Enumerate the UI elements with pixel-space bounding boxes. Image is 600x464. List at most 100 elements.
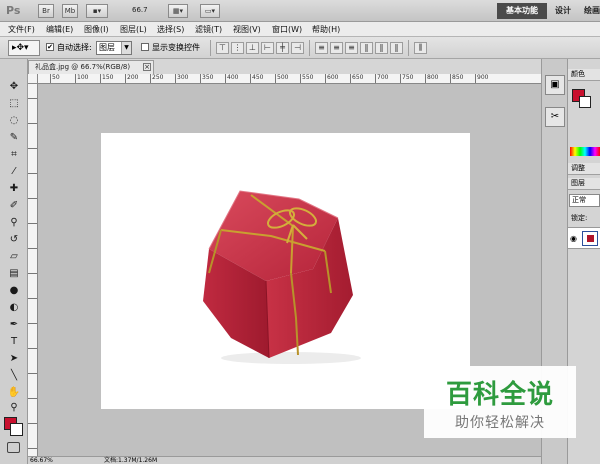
distribute-right-icon[interactable]: ‖ (390, 42, 403, 54)
lasso-tool-icon[interactable]: ◌ (5, 113, 23, 128)
workspace-painting[interactable]: 绘画 (584, 4, 600, 18)
layer-row[interactable]: ◉ (568, 227, 600, 249)
menu-bar: 文件(F) 编辑(E) 图像(I) 图层(L) 选择(S) 滤镜(T) 视图(V… (0, 22, 600, 37)
ruler-label: 450 (250, 74, 263, 83)
quick-selection-tool-icon[interactable]: ✎ (5, 130, 23, 145)
arrange-documents-button[interactable]: ▦▾ (168, 4, 188, 18)
ruler-label: 250 (150, 74, 163, 83)
quick-mask-icon[interactable] (7, 442, 20, 453)
ruler-label: 550 (300, 74, 313, 83)
auto-align-layers-icon[interactable]: ⫼ (414, 42, 427, 54)
distribute-bottom-icon[interactable]: ≡ (345, 42, 358, 54)
menu-filter[interactable]: 滤镜(T) (195, 24, 222, 35)
ruler-label: 50 (50, 74, 60, 83)
tab-layers[interactable]: 图层 (568, 178, 600, 190)
color-background-swatch[interactable] (579, 96, 591, 108)
tab-adjustments[interactable]: 调整 (568, 163, 600, 175)
show-transform-checkbox[interactable] (141, 43, 149, 51)
ruler-label: 400 (225, 74, 238, 83)
healing-brush-tool-icon[interactable]: ✚ (5, 181, 23, 196)
chevron-down-icon: ▼ (121, 42, 131, 54)
pen-tool-icon[interactable]: ✒ (5, 317, 23, 332)
application-bar: Ps Br Mb ▪▾ 66.7 ▦▾ ▭▾ 基本功能 设计 绘画 (0, 0, 600, 22)
type-tool-icon[interactable]: T (5, 334, 23, 349)
ruler-label: 100 (75, 74, 88, 83)
bridge-button[interactable]: Br (38, 4, 54, 18)
align-bottom-icon[interactable]: ⊥ (246, 42, 259, 54)
distribute-hcenter-icon[interactable]: ‖ (375, 42, 388, 54)
auto-select-checkbox[interactable]: ✔ (46, 43, 54, 51)
ruler-tick (28, 148, 37, 149)
hand-zoom-dropdown[interactable]: ▪▾ (86, 4, 108, 18)
photoshop-logo: Ps (6, 4, 21, 17)
eye-icon[interactable]: ◉ (570, 234, 577, 243)
ruler-label: 800 (425, 74, 438, 83)
status-zoom[interactable]: 66.67% (30, 457, 53, 464)
menu-layer[interactable]: 图层(L) (120, 24, 147, 35)
eraser-tool-icon[interactable]: ▱ (5, 249, 23, 264)
align-left-icon[interactable]: ⊢ (261, 42, 274, 54)
ruler-tick (28, 373, 37, 374)
history-panel-icon[interactable]: ▣ (545, 75, 565, 95)
zoom-tool-icon[interactable]: ⚲ (5, 400, 23, 415)
separator (210, 40, 211, 56)
dodge-tool-icon[interactable]: ◐ (5, 300, 23, 315)
mini-bridge-button[interactable]: Mb (62, 4, 78, 18)
workspace-design[interactable]: 设计 (555, 4, 571, 18)
background-color-swatch[interactable] (10, 423, 23, 436)
close-icon[interactable]: × (143, 63, 151, 71)
menu-help[interactable]: 帮助(H) (312, 24, 340, 35)
ruler-tick (28, 198, 37, 199)
ruler-label: 650 (350, 74, 363, 83)
distribute-top-icon[interactable]: ≡ (315, 42, 328, 54)
tools-presets-icon[interactable]: ✂ (545, 107, 565, 127)
auto-select-value: 图层 (99, 43, 115, 52)
color-spectrum[interactable] (570, 147, 600, 156)
workspace-essentials[interactable]: 基本功能 (497, 3, 547, 19)
auto-select-dropdown[interactable]: 图层 ▼ (96, 41, 132, 55)
ruler-label: 300 (175, 74, 188, 83)
ruler-origin[interactable] (28, 74, 38, 84)
options-bar: ▸✥▾ ✔ 自动选择: 图层 ▼ 显示变换控件 ⊤ ⋮ ⊥ ⊢ ╪ ⊣ ≡ ≡ … (0, 37, 600, 59)
crop-tool-icon[interactable]: ⌗ (5, 147, 23, 162)
move-tool-icon[interactable]: ✥ (5, 79, 23, 94)
eyedropper-tool-icon[interactable]: ⁄ (5, 164, 23, 179)
path-selection-tool-icon[interactable]: ➤ (5, 351, 23, 366)
menu-select[interactable]: 选择(S) (157, 24, 184, 35)
tools-panel: ✥ ⬚ ◌ ✎ ⌗ ⁄ ✚ ✐ ⚲ ↺ ▱ ▤ ● ◐ ✒ T ➤ ╲ ✋ ⚲ (0, 59, 28, 464)
horizontal-ruler[interactable]: 0 50 100 150 200 250 300 350 400 450 500… (38, 74, 541, 84)
menu-edit[interactable]: 编辑(E) (46, 24, 73, 35)
tool-preset-picker[interactable]: ▸✥▾ (8, 40, 40, 56)
ruler-tick (28, 448, 37, 449)
align-top-icon[interactable]: ⊤ (216, 42, 229, 54)
blend-mode-dropdown[interactable]: 正常 (569, 194, 600, 207)
zoom-level[interactable]: 66.7 (132, 6, 148, 14)
ruler-tick (28, 298, 37, 299)
menu-image[interactable]: 图像(I) (84, 24, 109, 35)
brush-tool-icon[interactable]: ✐ (5, 198, 23, 213)
distribute-vcenter-icon[interactable]: ≡ (330, 42, 343, 54)
tab-color[interactable]: 颜色 (568, 69, 600, 81)
clone-stamp-tool-icon[interactable]: ⚲ (5, 215, 23, 230)
align-right-icon[interactable]: ⊣ (291, 42, 304, 54)
document-image[interactable] (101, 133, 470, 409)
gradient-tool-icon[interactable]: ▤ (5, 266, 23, 281)
align-vcenter-icon[interactable]: ⋮ (231, 42, 244, 54)
watermark-subtitle: 助你轻松解决 (455, 415, 545, 431)
menu-file[interactable]: 文件(F) (8, 24, 35, 35)
marquee-tool-icon[interactable]: ⬚ (5, 96, 23, 111)
history-brush-tool-icon[interactable]: ↺ (5, 232, 23, 247)
shape-tool-icon[interactable]: ╲ (5, 368, 23, 383)
menu-view[interactable]: 视图(V) (233, 24, 261, 35)
blur-tool-icon[interactable]: ● (5, 283, 23, 298)
ruler-tick (28, 98, 37, 99)
align-hcenter-icon[interactable]: ╪ (276, 42, 289, 54)
vertical-ruler[interactable] (28, 84, 38, 456)
distribute-left-icon[interactable]: ‖ (360, 42, 373, 54)
screen-mode-button[interactable]: ▭▾ (200, 4, 220, 18)
document-tab[interactable]: 礼品盒.jpg @ 66.7%(RGB/8) × (28, 60, 154, 74)
lock-label: 锁定: (571, 214, 588, 222)
separator (408, 40, 409, 56)
hand-tool-icon[interactable]: ✋ (5, 385, 23, 400)
menu-window[interactable]: 窗口(W) (272, 24, 302, 35)
